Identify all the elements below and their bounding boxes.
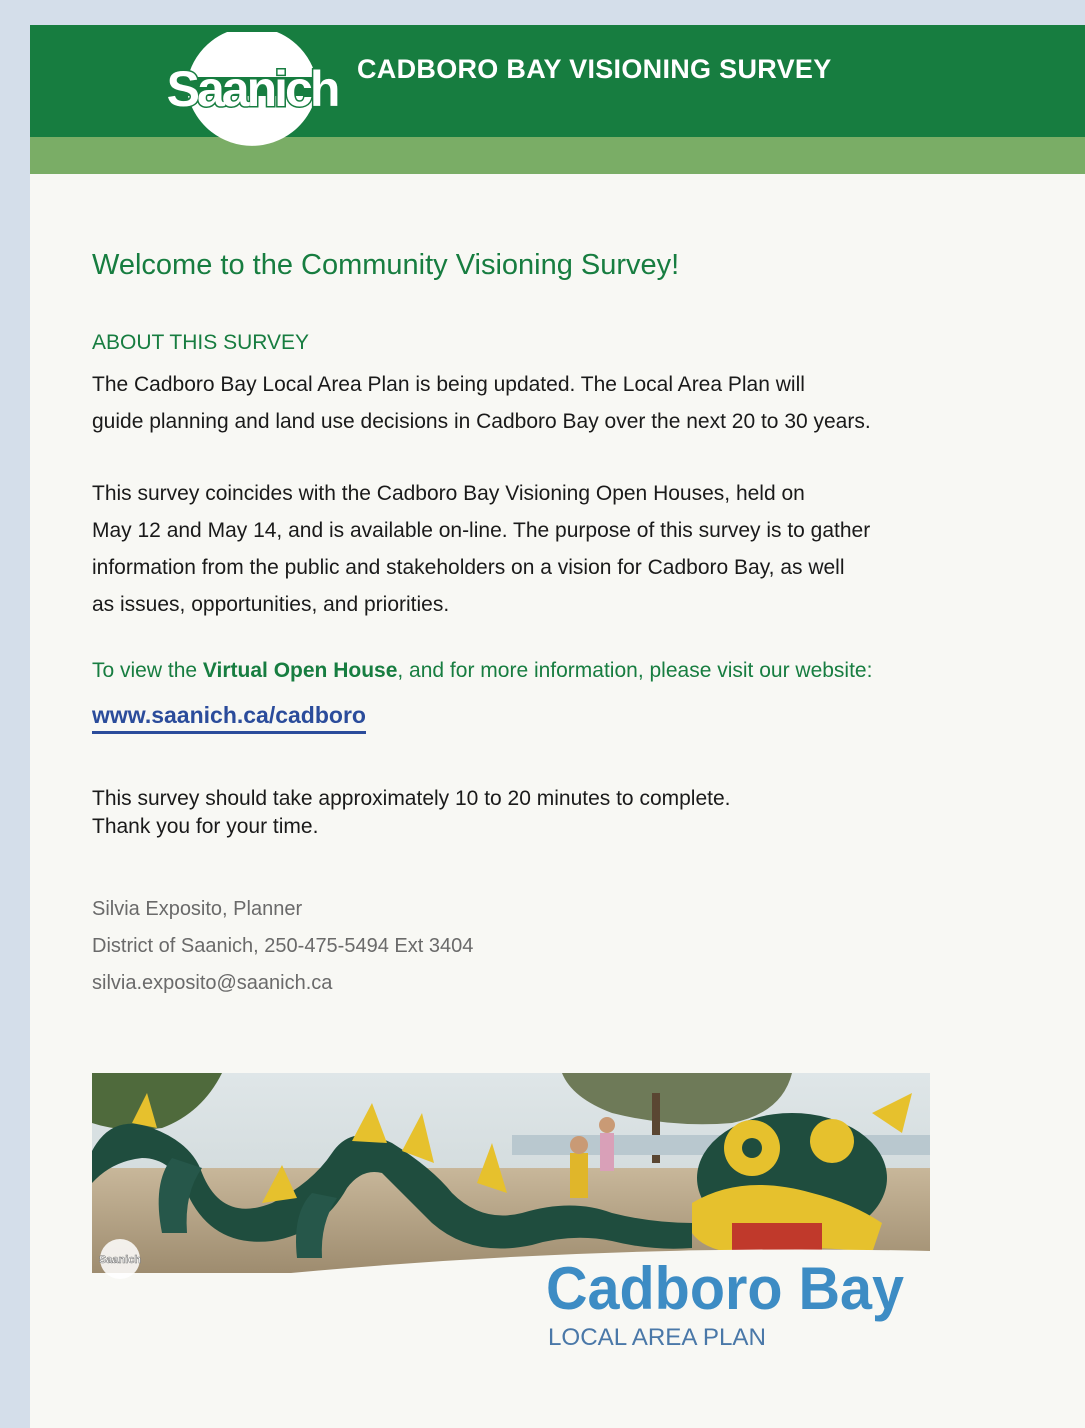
saanich-logo: Saanich xyxy=(165,32,342,146)
cadboro-bay-banner: Saanich Cadboro Bay LOCAL AREA PLAN xyxy=(92,1073,930,1371)
intro-paragraph: The Cadboro Bay Local Area Plan is being… xyxy=(92,366,871,440)
purpose-paragraph: This survey coincides with the Cadboro B… xyxy=(92,475,870,623)
intro-line: The Cadboro Bay Local Area Plan is being… xyxy=(92,373,805,396)
purpose-line: as issues, opportunities, and priorities… xyxy=(92,593,450,616)
thank-you-line: Thank you for your time. xyxy=(92,815,319,838)
banner-title: Cadboro Bay xyxy=(546,1255,905,1322)
banner-logo-text: Saanich xyxy=(99,1254,141,1266)
contact-email: silvia.exposito@saanich.ca xyxy=(92,972,333,994)
timing-text: This survey should take approximately 10… xyxy=(92,785,731,841)
visit-text: To view the Virtual Open House, and for … xyxy=(92,659,872,683)
visit-prefix: To view the xyxy=(92,659,203,682)
website-link[interactable]: www.saanich.ca/cadboro xyxy=(92,702,366,734)
visit-suffix: , and for more information, please visit… xyxy=(397,659,873,682)
welcome-heading: Welcome to the Community Visioning Surve… xyxy=(92,249,680,281)
about-heading: ABOUT THIS SURVEY xyxy=(92,331,310,354)
purpose-line: This survey coincides with the Cadboro B… xyxy=(92,482,805,505)
banner-subtitle: LOCAL AREA PLAN xyxy=(548,1324,766,1351)
purpose-line: information from the public and stakehol… xyxy=(92,556,845,579)
contact-block: Silvia Exposito, Planner District of Saa… xyxy=(92,891,473,1002)
virtual-open-house-text: Virtual Open House xyxy=(202,659,398,682)
survey-page: CADBORO BAY VISIONING SURVEY Saanich Wel… xyxy=(30,25,1085,1428)
contact-org-phone: District of Saanich, 250-475-5494 Ext 34… xyxy=(92,935,474,957)
logo-wordmark: Saanich xyxy=(167,61,338,117)
contact-name: Silvia Exposito, Planner xyxy=(92,898,303,920)
survey-title: CADBORO BAY VISIONING SURVEY xyxy=(357,54,832,84)
intro-line: guide planning and land use decisions in… xyxy=(92,410,871,433)
purpose-line: May 12 and May 14, and is available on-l… xyxy=(92,519,871,542)
timing-line: This survey should take approximately 10… xyxy=(92,787,731,810)
